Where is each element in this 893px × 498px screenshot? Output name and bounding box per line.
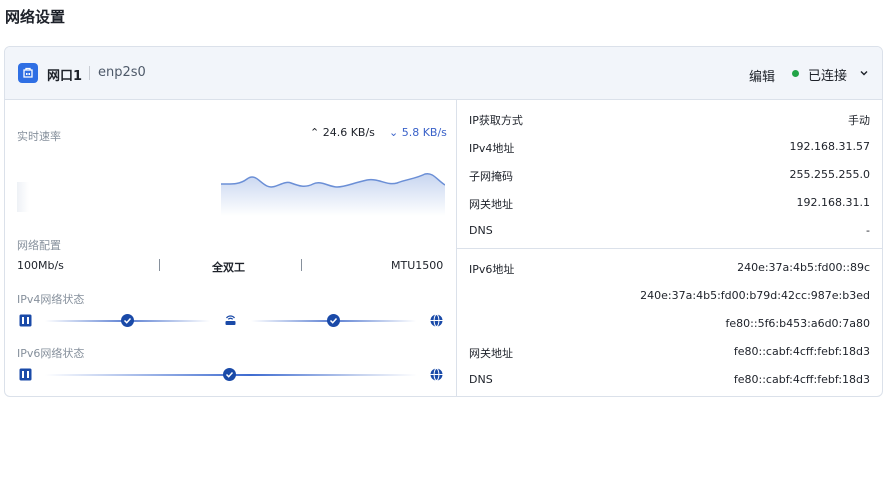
ipv4-gateway-value: 192.168.31.1 bbox=[796, 196, 870, 209]
network-card-icon bbox=[19, 368, 32, 381]
interface-name: enp2s0 bbox=[98, 65, 146, 80]
subnet-mask-label: 子网掩码 bbox=[469, 170, 513, 183]
speed-sparkline bbox=[221, 172, 445, 216]
status-panel: 实时速率 ⌃ 24.6 KB/s ⌄ 5.8 KB/s 网络配置 100Mb/s… bbox=[5, 100, 457, 396]
globe-icon bbox=[430, 368, 443, 381]
ipv6-address-label: IPv6地址 bbox=[469, 263, 515, 276]
ipv6-address-value: fe80::5f6:b453:a6d0:7a80 bbox=[725, 317, 870, 330]
arrow-down-icon: ⌄ bbox=[389, 126, 399, 139]
subnet-mask-value: 255.255.255.0 bbox=[789, 168, 870, 181]
ipv6-address-value: 240e:37a:4b5:fd00:b79d:42cc:987e:b3ed bbox=[640, 289, 870, 302]
download-speed-value: 5.8 KB/s bbox=[401, 126, 447, 139]
ipv6-address-value: 240e:37a:4b5:fd00::89c bbox=[737, 261, 870, 274]
check-circle-icon bbox=[121, 314, 134, 327]
ipv4-address-label: IPv4地址 bbox=[469, 142, 515, 155]
config-divider bbox=[301, 259, 302, 271]
arrow-up-icon: ⌃ bbox=[310, 126, 320, 139]
connection-status: 已连接 bbox=[808, 69, 848, 84]
address-panel: IP获取方式 手动 IPv4地址 192.168.31.57 子网掩码 255.… bbox=[457, 100, 882, 396]
ipv6-dns-value: fe80::cabf:4cff:febf:18d3 bbox=[733, 373, 870, 386]
header-divider bbox=[89, 66, 90, 80]
network-card-icon bbox=[19, 314, 32, 327]
ipv4-gateway-label: 网关地址 bbox=[469, 198, 513, 211]
ipv6-gateway-label: 网关地址 bbox=[469, 347, 513, 360]
ipv4-dns-value: - bbox=[866, 224, 870, 237]
status-dot-icon bbox=[792, 70, 799, 77]
realtime-speed-label: 实时速率 bbox=[17, 130, 61, 143]
ipv6-dns-label: DNS bbox=[469, 373, 493, 386]
section-divider bbox=[457, 248, 882, 249]
card-header[interactable]: 网口1 enp2s0 编辑 已连接 bbox=[5, 47, 882, 100]
duplex-mode: 全双工 bbox=[212, 261, 245, 274]
port-name: 网口1 bbox=[47, 69, 83, 84]
edit-button[interactable]: 编辑 bbox=[749, 66, 775, 85]
ipv4-status-label: IPv4网络状态 bbox=[17, 293, 85, 306]
upload-speed-value: 24.6 KB/s bbox=[322, 126, 375, 139]
chevron-down-icon[interactable] bbox=[858, 67, 870, 79]
router-icon bbox=[225, 315, 236, 325]
download-speed: ⌄ 5.8 KB/s bbox=[389, 126, 447, 139]
ipv4-address-value: 192.168.31.57 bbox=[789, 140, 870, 153]
mtu-value: MTU1500 bbox=[391, 259, 444, 272]
ipv6-gateway-value: fe80::cabf:4cff:febf:18d3 bbox=[733, 345, 870, 358]
ipv6-status-label: IPv6网络状态 bbox=[17, 347, 85, 360]
ip-method-label: IP获取方式 bbox=[469, 114, 523, 127]
check-circle-icon bbox=[327, 314, 340, 327]
page-title: 网络设置 bbox=[5, 8, 66, 26]
network-config-label: 网络配置 bbox=[17, 239, 61, 252]
ethernet-port-icon bbox=[18, 63, 38, 83]
network-port-card: 网口1 enp2s0 编辑 已连接 实时速率 ⌃ 24.6 KB/s ⌄ 5.8… bbox=[4, 46, 883, 397]
ipv4-dns-label: DNS bbox=[469, 224, 493, 237]
sparkline-area bbox=[221, 173, 445, 216]
check-circle-icon bbox=[223, 368, 236, 381]
chart-fade-left bbox=[17, 182, 29, 212]
ip-method-value: 手动 bbox=[848, 114, 870, 127]
config-divider bbox=[159, 259, 160, 271]
link-speed: 100Mb/s bbox=[17, 259, 64, 272]
upload-speed: ⌃ 24.6 KB/s bbox=[310, 126, 375, 139]
globe-icon bbox=[430, 314, 443, 327]
